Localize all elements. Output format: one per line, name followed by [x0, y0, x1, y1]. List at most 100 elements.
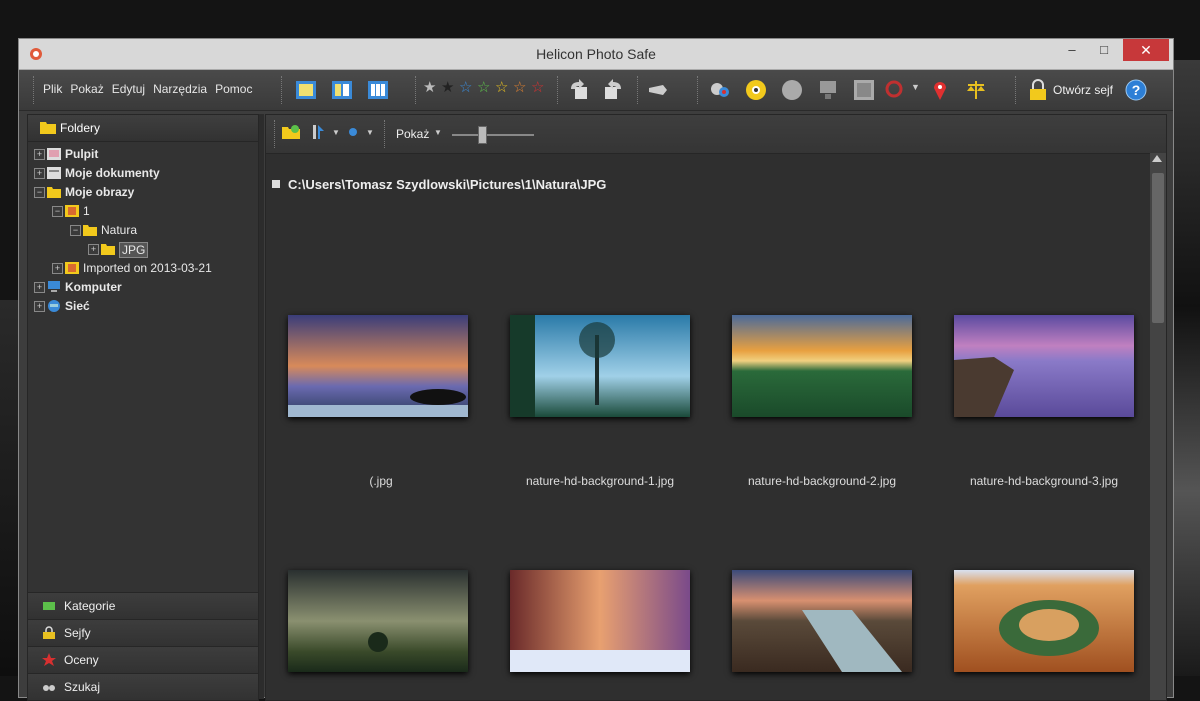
thumbnail-image[interactable] — [954, 315, 1134, 417]
chevron-down-icon[interactable]: ▼ — [911, 82, 920, 92]
folder-tree: + Pulpit + Moje dokumenty − Moje obrazy … — [28, 142, 258, 582]
collapse-group-icon[interactable] — [272, 180, 280, 188]
rating-star-outline-icon[interactable]: ☆ — [513, 78, 526, 96]
thumbnail-image[interactable] — [510, 570, 690, 672]
help-icon[interactable]: ? — [1125, 79, 1147, 101]
tab-kategorie[interactable]: Kategorie — [28, 592, 258, 619]
thumbnail-pane: ▼ ▼ Pokaż ▼ C:\Users\Tomasz Szydlowski\P… — [265, 114, 1167, 701]
menu-pokaz[interactable]: Pokaż — [70, 82, 103, 96]
tag-icon[interactable] — [647, 79, 669, 101]
monitor-icon[interactable] — [817, 79, 839, 101]
expand-icon[interactable]: + — [34, 149, 45, 160]
sort-icon[interactable] — [310, 123, 326, 141]
layout-one-pane-icon[interactable] — [295, 79, 317, 101]
scrollbar-thumb[interactable] — [1152, 173, 1164, 323]
maximize-button[interactable]: □ — [1087, 39, 1121, 61]
tab-sejfy[interactable]: Sejfy — [28, 619, 258, 646]
menu-edytuj[interactable]: Edytuj — [112, 82, 145, 96]
scales-icon[interactable] — [965, 79, 987, 101]
rotate-left-icon[interactable] — [567, 79, 589, 101]
tree-item-label: Natura — [101, 223, 138, 237]
add-folder-icon[interactable] — [282, 123, 300, 141]
desktop-background-left — [0, 300, 18, 676]
content-toolbar: ▼ ▼ Pokaż ▼ — [266, 115, 1166, 154]
vertical-scrollbar[interactable] — [1150, 153, 1166, 700]
expand-icon[interactable]: + — [34, 168, 45, 179]
layout-two-pane-icon[interactable] — [331, 79, 353, 101]
rating-star-outline-icon[interactable]: ☆ — [531, 78, 544, 96]
documents-folder-icon — [47, 167, 61, 179]
tree-item-label: Imported on 2013-03-21 — [83, 261, 212, 275]
menu-pomoc[interactable]: Pomoc — [215, 82, 252, 96]
filter-icon[interactable] — [346, 125, 360, 139]
globe-icon[interactable] — [781, 79, 803, 101]
toolbar-grip — [697, 76, 700, 104]
map-pin-icon[interactable] — [929, 79, 951, 101]
folder-icon — [40, 122, 56, 134]
rating-star-outline-icon[interactable]: ☆ — [495, 78, 508, 96]
thumbnail-image[interactable] — [732, 570, 912, 672]
star-icon — [42, 653, 56, 666]
toolbar-grip — [1015, 76, 1018, 104]
tab-szukaj[interactable]: Szukaj — [28, 673, 258, 700]
layout-three-pane-icon[interactable] — [367, 79, 389, 101]
thumbnail-caption: nature-hd-background-2.jpg — [747, 474, 897, 488]
close-button[interactable]: ✕ — [1123, 39, 1169, 61]
chevron-down-icon[interactable]: ▼ — [366, 128, 374, 137]
expand-icon[interactable]: + — [34, 301, 45, 312]
tab-oceny[interactable]: Oceny — [28, 646, 258, 673]
tree-item-label: Komputer — [65, 280, 122, 294]
folder-icon — [83, 225, 97, 236]
collapse-icon[interactable]: − — [70, 225, 81, 236]
rating-star-outline-icon[interactable]: ☆ — [477, 78, 490, 96]
rating-star-icon[interactable]: ★ — [423, 78, 436, 96]
zoom-slider-track[interactable] — [452, 134, 534, 136]
lasso-icon[interactable] — [885, 79, 907, 101]
menu-narzedzia[interactable]: Narzędzia — [153, 82, 207, 96]
title-bar[interactable]: Helicon Photo Safe – □ ✕ — [19, 39, 1173, 70]
expand-icon[interactable]: + — [88, 244, 99, 255]
tree-item-label: Sieć — [65, 299, 90, 313]
rating-star-icon[interactable]: ★ — [441, 78, 454, 96]
toolbar-grip — [557, 76, 560, 104]
folders-header[interactable]: Foldery — [28, 115, 258, 142]
panorama-icon[interactable] — [853, 79, 875, 101]
folder-open-icon — [101, 244, 115, 255]
thumbnail-image[interactable] — [510, 315, 690, 417]
rotate-right-icon[interactable] — [603, 79, 625, 101]
view-menu-button[interactable]: Pokaż — [396, 127, 429, 141]
thumbnail-caption: (.jpg — [369, 474, 393, 488]
thumbnail-caption: nature-hd-background-1.jpg — [525, 474, 675, 488]
thumbnail-image[interactable] — [288, 315, 468, 417]
desktop-background-right — [1174, 60, 1200, 676]
tab-label: Sejfy — [64, 626, 91, 640]
rating-star-outline-icon[interactable]: ☆ — [459, 78, 472, 96]
thumbnail-image[interactable] — [954, 570, 1134, 672]
chevron-down-icon[interactable]: ▼ — [434, 128, 442, 137]
zoom-slider-thumb[interactable] — [478, 126, 487, 144]
thumbnail-image[interactable] — [288, 570, 468, 672]
scroll-up-icon[interactable] — [1152, 155, 1162, 162]
binoculars-icon — [43, 685, 55, 691]
menu-plik[interactable]: Plik — [43, 82, 62, 96]
collapse-icon[interactable]: − — [34, 187, 45, 198]
tree-item-label: Pulpit — [65, 147, 99, 161]
burn-disc-icon[interactable] — [745, 79, 767, 101]
minimize-button[interactable]: – — [1055, 39, 1089, 61]
expand-icon[interactable]: + — [34, 282, 45, 293]
sidebar-panel: Foldery + Pulpit + Moje dokumenty − Moje… — [27, 114, 259, 701]
pane-splitter[interactable] — [259, 114, 264, 699]
chevron-down-icon[interactable]: ▼ — [332, 128, 340, 137]
toolbar-grip — [384, 120, 387, 148]
thumbnail-image[interactable] — [732, 315, 912, 417]
toolbar-grip[interactable] — [33, 76, 36, 104]
tree-item-label: 1 — [83, 204, 90, 218]
lock-icon[interactable] — [1027, 79, 1049, 101]
collapse-icon[interactable]: − — [52, 206, 63, 217]
toolbar-grip — [274, 120, 277, 148]
folder-icon — [65, 205, 79, 217]
expand-icon[interactable]: + — [52, 263, 63, 274]
screen-capture-icon[interactable] — [709, 79, 731, 101]
folder-icon — [65, 262, 79, 274]
open-safe-button[interactable]: Otwórz sejf — [1053, 83, 1113, 97]
